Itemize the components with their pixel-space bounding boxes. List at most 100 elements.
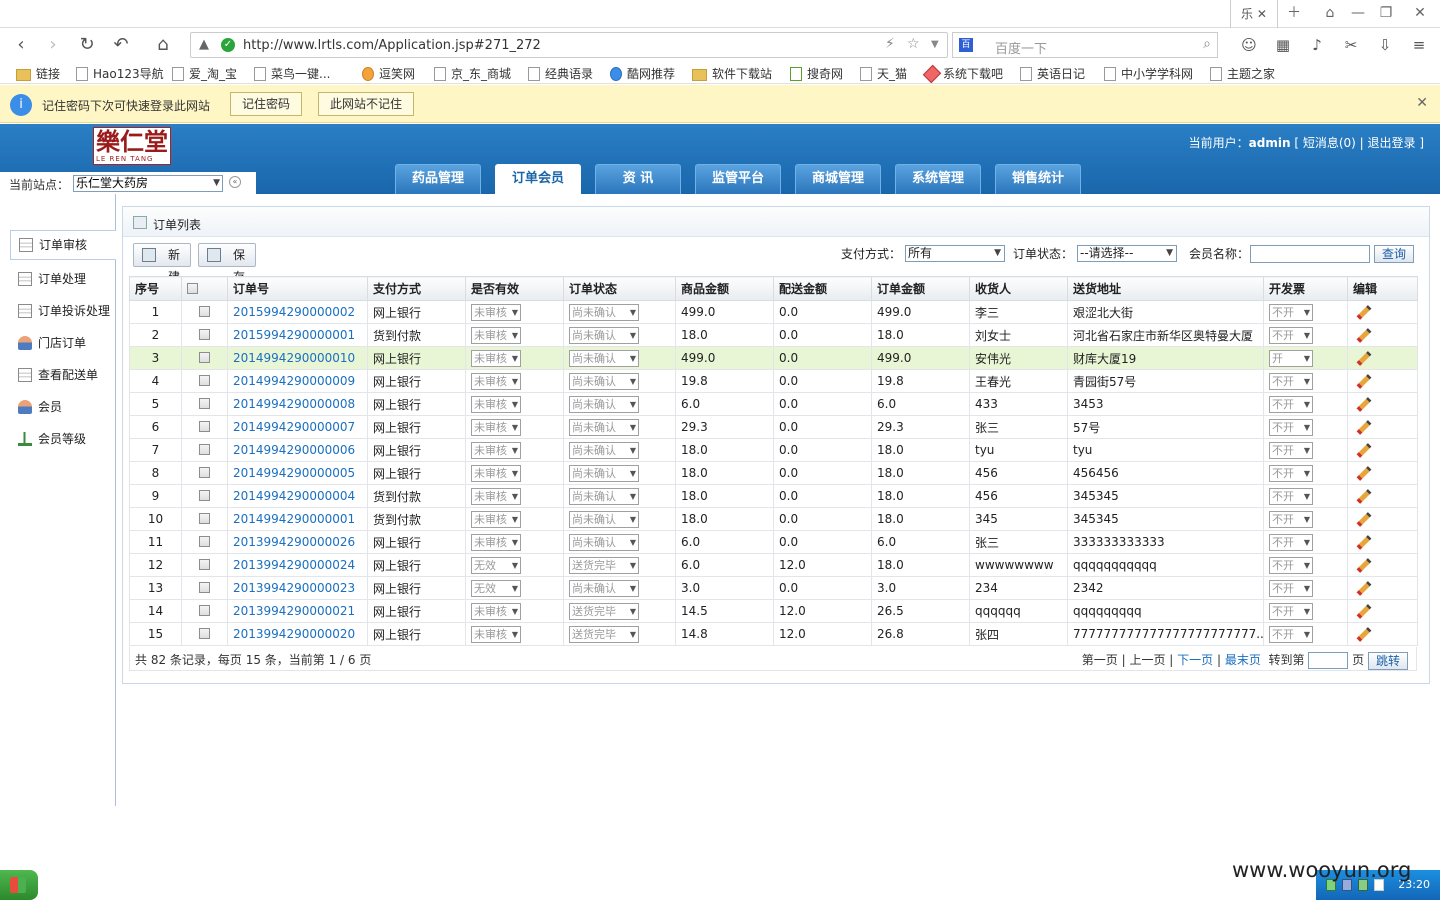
status-select[interactable]: 尚未确认 ▼ xyxy=(569,349,639,367)
table-row[interactable]: 6 2014994290000007 网上银行 未审核 ▼ 尚未确认 ▼ 29.3 0.0 29.… xyxy=(129,415,1418,439)
order-number-link[interactable]: 2015994290000002 xyxy=(227,300,368,324)
invoice-select[interactable]: 不开 ▼ xyxy=(1269,556,1313,574)
messages-link[interactable]: 短消息(0) xyxy=(1303,136,1356,150)
bookmark-item[interactable]: 爱_淘_宝 xyxy=(172,65,237,82)
invoice-select[interactable]: 不开 ▼ xyxy=(1269,602,1313,620)
status-select[interactable]: 尚未确认 ▼ xyxy=(569,326,639,344)
table-row[interactable]: 13 2013994290000023 网上银行 无效 ▼ 尚未确认 ▼ 3.0 0.0 3.0 2… xyxy=(129,576,1418,600)
nav-tab-supervision[interactable]: 监管平台 xyxy=(695,164,781,194)
page-number-input[interactable] xyxy=(1308,652,1349,669)
sidebar-item-delivery[interactable]: 查看配送单 xyxy=(10,361,116,391)
order-number-link[interactable]: 2014994290000004 xyxy=(227,484,368,508)
query-button[interactable]: 查询 xyxy=(1374,245,1414,263)
restore-icon[interactable]: ❐ xyxy=(1374,2,1398,24)
valid-select[interactable]: 未审核 ▼ xyxy=(471,395,521,413)
table-row[interactable]: 1 2015994290000002 网上银行 未审核 ▼ 尚未确认 ▼ 499.0 0.0 49… xyxy=(129,300,1418,324)
col-header-select[interactable] xyxy=(181,276,228,301)
invoice-select[interactable]: 不开 ▼ xyxy=(1269,372,1313,390)
bookmark-item[interactable]: Hao123导航 xyxy=(76,65,164,82)
undo-icon[interactable]: ↶ xyxy=(108,32,134,58)
table-row[interactable]: 12 2013994290000024 网上银行 无效 ▼ 送货完毕 ▼ 6.0 12.0 18.… xyxy=(129,553,1418,577)
row-checkbox[interactable] xyxy=(199,582,210,593)
bookmark-item[interactable]: 酷网推荐 xyxy=(610,65,675,82)
start-button[interactable] xyxy=(0,870,38,900)
order-number-link[interactable]: 2015994290000001 xyxy=(227,323,368,347)
close-window-icon[interactable]: ✕ xyxy=(1408,2,1432,24)
first-page-link[interactable]: 第一页 xyxy=(1082,653,1118,667)
bookmark-item[interactable]: 系统下载吧 xyxy=(922,64,1003,84)
next-page-link[interactable]: 下一页 xyxy=(1177,653,1213,667)
save-button[interactable]: 保存 xyxy=(198,243,256,284)
skin-icon[interactable]: ⌂ xyxy=(1318,2,1342,24)
table-row[interactable]: 15 2013994290000020 网上银行 未审核 ▼ 送货完毕 ▼ 14.8 12.0 2… xyxy=(129,622,1418,646)
edit-pencil-icon[interactable] xyxy=(1356,489,1372,504)
invoice-select[interactable]: 不开 ▼ xyxy=(1269,487,1313,505)
table-row[interactable]: 14 2013994290000021 网上银行 未审核 ▼ 送货完毕 ▼ 14.5 12.0 2… xyxy=(129,599,1418,623)
status-select[interactable]: 尚未确认 ▼ xyxy=(569,533,639,551)
payment-filter-select[interactable]: 所有 ▼ xyxy=(905,245,1005,262)
order-number-link[interactable]: 2013994290000023 xyxy=(227,576,368,600)
col-header-invoice[interactable]: 开发票 xyxy=(1263,276,1348,301)
status-select[interactable]: 送货完毕 ▼ xyxy=(569,602,639,620)
col-header-order-amount[interactable]: 订单金额 xyxy=(871,276,970,301)
status-select[interactable]: 送货完毕 ▼ xyxy=(569,556,639,574)
edit-pencil-icon[interactable] xyxy=(1356,420,1372,435)
browser-tab[interactable]: 乐 ✕ xyxy=(1230,0,1278,28)
bookmark-item[interactable]: 中小学学科网 xyxy=(1104,65,1193,82)
baidu-icon[interactable]: 百 xyxy=(959,38,973,52)
apps-icon[interactable]: ▦ xyxy=(1270,32,1296,58)
col-header-order[interactable]: 订单号 xyxy=(227,276,368,301)
bookmark-item[interactable]: 京_东_商城 xyxy=(434,65,511,82)
jump-button[interactable]: 跳转 xyxy=(1368,651,1408,670)
row-checkbox[interactable] xyxy=(199,559,210,570)
col-header-address[interactable]: 送货地址 xyxy=(1067,276,1264,301)
sidebar-item-order-processing[interactable]: 订单处理 xyxy=(10,265,116,295)
row-checkbox[interactable] xyxy=(199,375,210,386)
search-icon[interactable]: ⌕ xyxy=(1203,36,1211,52)
status-select[interactable]: 尚未确认 ▼ xyxy=(569,303,639,321)
order-number-link[interactable]: 2014994290000010 xyxy=(227,346,368,370)
table-row[interactable]: 4 2014994290000009 网上银行 未审核 ▼ 尚未确认 ▼ 19.8 0.0 19.… xyxy=(129,369,1418,393)
col-header-shipping-amount[interactable]: 配送金额 xyxy=(773,276,872,301)
col-header-goods-amount[interactable]: 商品金额 xyxy=(675,276,774,301)
row-checkbox[interactable] xyxy=(199,513,210,524)
row-checkbox[interactable] xyxy=(199,605,210,616)
valid-select[interactable]: 未审核 ▼ xyxy=(471,464,521,482)
invoice-select[interactable]: 不开 ▼ xyxy=(1269,464,1313,482)
last-page-link[interactable]: 最末页 xyxy=(1225,653,1261,667)
edit-pencil-icon[interactable] xyxy=(1356,558,1372,573)
chat-icon[interactable]: ☺ xyxy=(1236,32,1262,58)
valid-select[interactable]: 未审核 ▼ xyxy=(471,326,521,344)
valid-select[interactable]: 未审核 ▼ xyxy=(471,625,521,643)
bookmark-item[interactable]: 经典语录 xyxy=(528,65,593,82)
table-row[interactable]: 5 2014994290000008 网上银行 未审核 ▼ 尚未确认 ▼ 6.0 0.0 6.0 4… xyxy=(129,392,1418,416)
address-bar[interactable]: ▲ ✓ http://www.lrtls.com/Application.jsp… xyxy=(190,32,948,58)
bookmark-item[interactable]: 天_猫 xyxy=(860,65,907,82)
select-all-checkbox[interactable] xyxy=(187,282,198,294)
refresh-icon[interactable]: ↻ xyxy=(74,32,100,58)
order-number-link[interactable]: 2013994290000026 xyxy=(227,530,368,554)
edit-pencil-icon[interactable] xyxy=(1356,512,1372,527)
nav-tab-sales[interactable]: 销售统计 xyxy=(995,164,1081,194)
bookmark-item[interactable]: 逗笑网 xyxy=(362,65,415,82)
invoice-select[interactable]: 不开 ▼ xyxy=(1269,303,1313,321)
invoice-select[interactable]: 不开 ▼ xyxy=(1269,418,1313,436)
col-header-no[interactable]: 序号 xyxy=(129,276,182,301)
invoice-select[interactable]: 不开 ▼ xyxy=(1269,510,1313,528)
volume-icon[interactable]: ♪ xyxy=(1304,32,1330,58)
order-number-link[interactable]: 2014994290000006 xyxy=(227,438,368,462)
row-checkbox[interactable] xyxy=(199,329,210,340)
order-number-link[interactable]: 2013994290000024 xyxy=(227,553,368,577)
chevron-down-icon[interactable]: ▼ xyxy=(931,39,939,50)
home-icon[interactable]: ⌂ xyxy=(150,32,176,58)
status-select[interactable]: 尚未确认 ▼ xyxy=(569,579,639,597)
status-select[interactable]: 尚未确认 ▼ xyxy=(569,395,639,413)
col-header-edit[interactable]: 编辑 xyxy=(1347,276,1418,301)
status-select[interactable]: 尚未确认 ▼ xyxy=(569,464,639,482)
valid-select[interactable]: 未审核 ▼ xyxy=(471,303,521,321)
row-checkbox[interactable] xyxy=(199,352,210,363)
edit-pencil-icon[interactable] xyxy=(1356,466,1372,481)
row-checkbox[interactable] xyxy=(199,628,210,639)
status-select[interactable]: 尚未确认 ▼ xyxy=(569,487,639,505)
scissors-icon[interactable]: ✂ xyxy=(1338,32,1364,58)
